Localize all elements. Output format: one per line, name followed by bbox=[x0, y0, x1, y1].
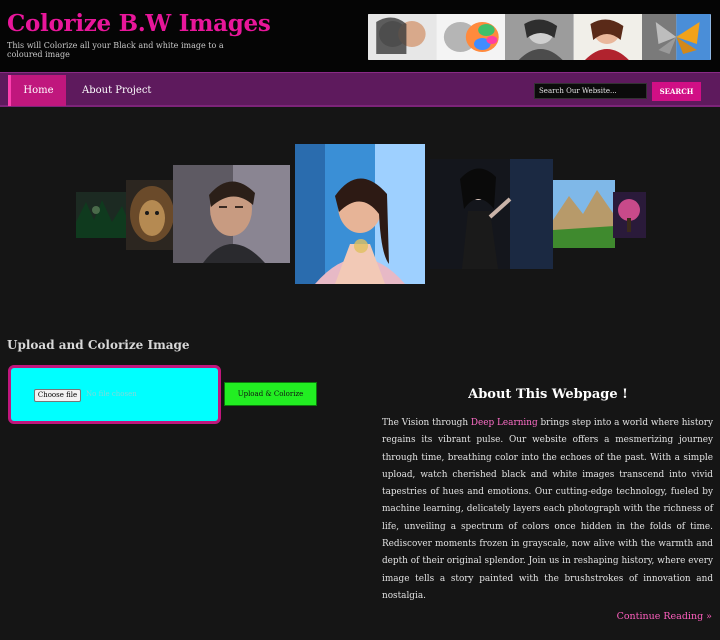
about-title: About This Webpage ! bbox=[468, 387, 628, 402]
carousel-slide-dancer[interactable] bbox=[430, 159, 553, 269]
site-title[interactable]: Colorize B.W Images bbox=[7, 10, 271, 37]
search-button[interactable]: SEARCH bbox=[652, 82, 701, 101]
deep-learning-link[interactable]: Deep Learning bbox=[471, 418, 538, 428]
carousel-slide-tree[interactable] bbox=[613, 192, 646, 238]
upload-form: Choose file No file chosen bbox=[8, 365, 221, 424]
file-status-text: No file chosen bbox=[86, 390, 137, 398]
choose-file-button[interactable]: Choose file bbox=[34, 389, 81, 402]
continue-reading-link[interactable]: Continue Reading » bbox=[617, 611, 712, 622]
about-text-body: brings step into a world where history r… bbox=[382, 418, 713, 601]
nav-item-about-project[interactable]: About Project bbox=[82, 75, 151, 106]
carousel-slide-mountains[interactable] bbox=[553, 180, 615, 248]
search-input[interactable] bbox=[534, 83, 647, 99]
upload-heading: Upload and Colorize Image bbox=[7, 338, 190, 352]
about-text-intro: The Vision through bbox=[382, 418, 471, 428]
site-header: Colorize B.W Images This will Colorize a… bbox=[0, 0, 720, 72]
carousel-slide-man-portrait[interactable] bbox=[173, 165, 290, 263]
nav-item-home[interactable]: Home bbox=[8, 75, 66, 106]
banner-woman-color bbox=[573, 14, 643, 60]
carousel-slide-forest[interactable] bbox=[76, 192, 128, 238]
carousel-slide-woman-center[interactable] bbox=[295, 144, 425, 284]
main-nav: Home About Project SEARCH bbox=[0, 72, 720, 107]
carousel-slide-lion[interactable] bbox=[126, 180, 176, 250]
header-banner-image bbox=[368, 14, 711, 60]
banner-portrait-bw-color bbox=[368, 14, 437, 60]
banner-butterfly-split bbox=[642, 14, 711, 60]
upload-colorize-button[interactable]: Upload & Colorize bbox=[224, 382, 317, 406]
image-carousel bbox=[0, 108, 720, 328]
banner-woman-bw bbox=[505, 14, 574, 60]
banner-brain-graphic bbox=[436, 14, 506, 60]
site-tagline: This will Colorize all your Black and wh… bbox=[7, 41, 224, 59]
about-text: The Vision through Deep Learning brings … bbox=[382, 415, 713, 605]
